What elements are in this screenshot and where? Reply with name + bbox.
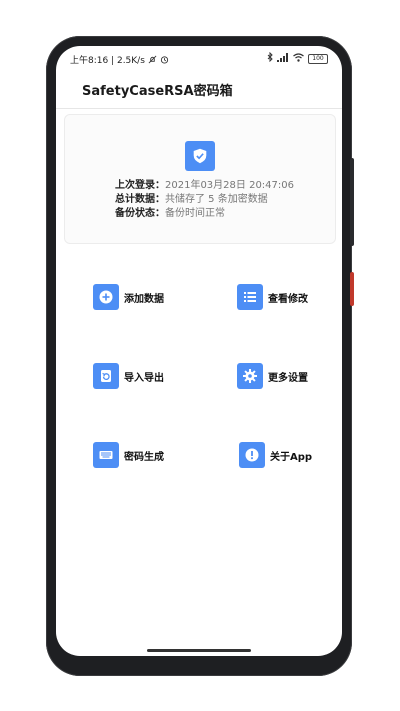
wifi-icon — [293, 52, 304, 65]
last-login-value: 2021年03月28日 20:47:06 — [165, 180, 294, 191]
total-data-row: 总计数据：共储存了 5 条加密数据 — [115, 193, 294, 207]
add-data-label: 添加数据 — [124, 293, 164, 305]
about-app-label: 关于App — [270, 451, 313, 463]
keyboard-icon — [93, 442, 119, 468]
home-indicator[interactable] — [147, 649, 251, 652]
import-export-label: 导入导出 — [124, 372, 164, 384]
password-generate-label: 密码生成 — [124, 451, 164, 463]
more-settings-button[interactable]: 更多设置 — [237, 363, 308, 389]
alarm-icon — [160, 56, 169, 66]
list-icon — [237, 284, 263, 310]
last-login-row: 上次登录：2021年03月28日 20:47:06 — [115, 179, 294, 193]
add-circle-icon — [93, 284, 119, 310]
phone-screen: 上午8:16 | 2.5K/s 100 SafetyCaseRSA密码箱 上次登… — [56, 46, 342, 656]
total-data-value: 共储存了 5 条加密数据 — [165, 194, 268, 205]
settings-icon — [237, 363, 263, 389]
status-left: 上午8:16 | 2.5K/s — [70, 53, 169, 66]
info-card: 上次登录：2021年03月28日 20:47:06 总计数据：共储存了 5 条加… — [64, 114, 336, 244]
more-settings-label: 更多设置 — [268, 372, 308, 384]
backup-status-row: 备份状态：备份时间正常 — [115, 207, 294, 221]
status-bar: 上午8:16 | 2.5K/s 100 — [56, 46, 342, 70]
view-edit-label: 查看修改 — [268, 293, 308, 305]
import-export-icon — [93, 363, 119, 389]
total-data-label: 总计数据： — [115, 194, 165, 205]
app-title: SafetyCaseRSA密码箱 — [82, 84, 233, 99]
import-export-button[interactable]: 导入导出 — [93, 363, 164, 389]
info-icon — [239, 442, 265, 468]
about-app-button[interactable]: 关于App — [239, 442, 312, 468]
app-bar: SafetyCaseRSA密码箱 — [56, 70, 342, 109]
status-right: 100 — [267, 51, 328, 65]
add-data-button[interactable]: 添加数据 — [93, 284, 164, 310]
last-login-label: 上次登录： — [115, 180, 165, 191]
backup-status-label: 备份状态： — [115, 208, 165, 219]
info-list: 上次登录：2021年03月28日 20:47:06 总计数据：共储存了 5 条加… — [115, 179, 294, 221]
power-button — [350, 272, 354, 306]
password-generate-button[interactable]: 密码生成 — [93, 442, 164, 468]
backup-status-value: 备份时间正常 — [165, 208, 225, 219]
volume-button — [350, 158, 354, 246]
shield-check-icon — [185, 141, 215, 171]
status-time-speed: 上午8:16 | 2.5K/s — [70, 56, 145, 66]
mute-icon — [148, 55, 160, 66]
bluetooth-icon — [267, 51, 273, 65]
signal-icon — [277, 52, 289, 65]
view-edit-button[interactable]: 查看修改 — [237, 284, 308, 310]
battery-icon: 100 — [308, 53, 328, 64]
